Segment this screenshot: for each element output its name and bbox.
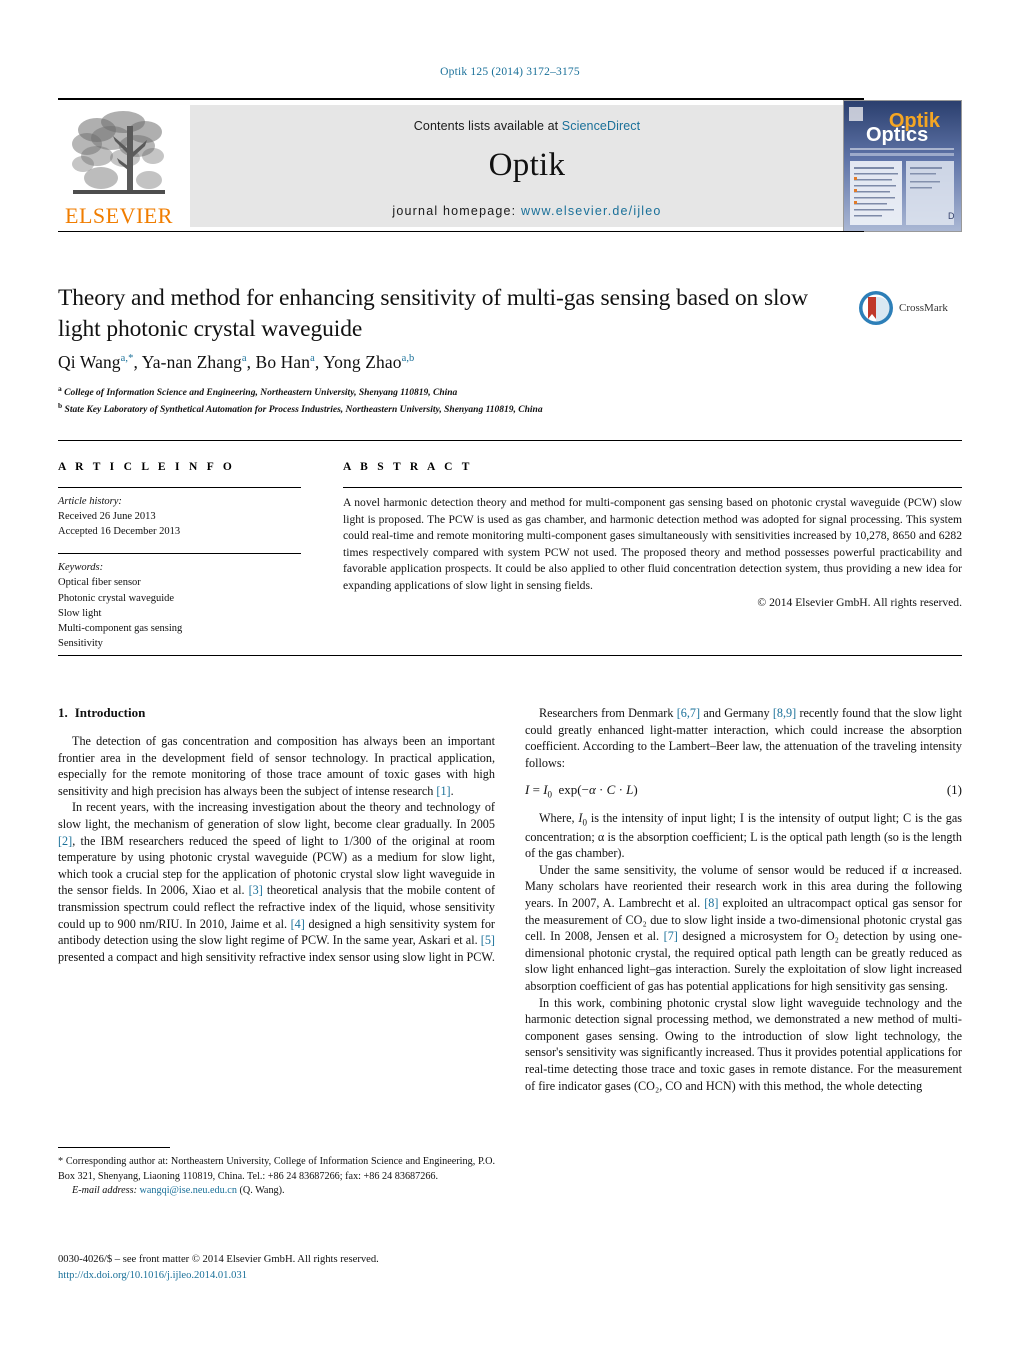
elsevier-tree-icon <box>72 111 165 194</box>
para-text: and Germany <box>700 706 773 720</box>
abstract-text: A novel harmonic detection theory and me… <box>343 496 962 592</box>
para-text: The detection of gas concentration and c… <box>58 734 495 798</box>
history-label: Article history: <box>58 496 122 507</box>
crossmark-icon <box>859 291 893 325</box>
paragraph: Where, I0 is the intensity of input ligh… <box>525 810 962 861</box>
citation-ref[interactable]: [7] <box>664 929 678 943</box>
page-title: Theory and method for enhancing sensitiv… <box>58 285 808 343</box>
elsevier-logo: ELSEVIER <box>58 105 180 227</box>
paragraph: In recent years, with the increasing inv… <box>58 799 495 965</box>
paper-page: Optik 125 (2014) 3172–3175 ELSEVIER Cont… <box>0 0 1020 1351</box>
elsevier-wordmark: ELSEVIER <box>65 203 173 228</box>
svg-text:Optics: Optics <box>866 124 928 146</box>
history-accepted: Accepted 16 December 2013 <box>58 526 181 538</box>
citation-ref[interactable]: [6,7] <box>677 706 700 720</box>
issn-copyright-line: 0030-4026/$ – see front matter © 2014 El… <box>58 1254 379 1265</box>
doi-link[interactable]: http://dx.doi.org/10.1016/j.ijleo.2014.0… <box>58 1268 508 1284</box>
para-text: Researchers from Denmark <box>539 706 677 720</box>
affiliation-b-text: State Key Laboratory of Synthetical Auto… <box>64 405 543 416</box>
homepage-url-link[interactable]: www.elsevier.de/ijleo <box>521 204 662 218</box>
colophon-block: 0030-4026/$ – see front matter © 2014 El… <box>58 1252 508 1284</box>
email-suffix: (Q. Wang). <box>236 1185 285 1197</box>
abstract-copyright: © 2014 Elsevier GmbH. All rights reserve… <box>757 596 962 610</box>
para-text: presented a compact and high sensitivity… <box>58 949 495 964</box>
email-link[interactable]: wangqi@ise.neu.edu.cn <box>140 1185 237 1196</box>
keyword-item: Multi-component gas sensing <box>58 622 183 634</box>
equation-body: I = I0 exp(−α · C · L) <box>525 782 638 800</box>
journal-masthead: ELSEVIER Contents lists available at Sci… <box>58 98 962 232</box>
citation-ref[interactable]: [5] <box>481 933 495 947</box>
keyword-item: Slow light <box>58 607 102 619</box>
keywords-rule <box>58 553 301 555</box>
citation-ref[interactable]: [8] <box>704 896 718 910</box>
email-label: E-mail address: <box>72 1185 137 1197</box>
keywords-label: Keywords: <box>58 562 104 574</box>
svg-text:D: D <box>948 211 955 221</box>
affiliation-a: a College of Information Science and Eng… <box>58 384 458 399</box>
para-text: In recent years, with the increasing inv… <box>58 800 495 831</box>
body-column-left: 1. Introduction The detection of gas conc… <box>58 705 495 965</box>
citation-ref[interactable]: [2] <box>58 834 72 848</box>
sciencedirect-banner: Contents lists available at ScienceDirec… <box>190 105 864 227</box>
affiliation-a-text: College of Information Science and Engin… <box>64 388 458 399</box>
journal-title: Optik <box>488 147 566 183</box>
contents-prefix: Contents lists available at <box>413 119 562 133</box>
section-heading-introduction: 1. Introduction <box>58 705 495 721</box>
author-list: Qi Wanga,*, Ya-nan Zhanga, Bo Hana, Yong… <box>58 352 415 372</box>
masthead-top-rule <box>58 98 864 100</box>
abstract-block: A B S T R A C T A novel harmonic detecti… <box>343 461 962 609</box>
sciencedirect-link[interactable]: ScienceDirect <box>562 119 640 133</box>
section-title: Introduction <box>74 705 146 720</box>
footnote-rule <box>58 1147 170 1148</box>
cover-art: Optik Optics D <box>844 101 961 231</box>
keywords-block: Keywords: Optical fiber sensor Photonic … <box>58 560 301 651</box>
equation-1: I = I0 exp(−α · C · L) (1) <box>525 782 962 800</box>
keyword-item: Optical fiber sensor <box>58 577 141 589</box>
para-text: . <box>450 783 454 798</box>
article-info-rule <box>58 487 301 488</box>
article-info-block: A R T I C L E I N F O Article history: R… <box>58 461 301 651</box>
article-info-heading: A R T I C L E I N F O <box>58 461 236 473</box>
affiliation-list: a College of Information Science and Eng… <box>58 383 938 418</box>
info-frame-bottom-rule <box>58 655 962 656</box>
paragraph: The detection of gas concentration and c… <box>58 733 495 799</box>
homepage-line: journal homepage: www.elsevier.de/ijleo <box>392 204 661 218</box>
affiliation-b: b State Key Laboratory of Synthetical Au… <box>58 401 543 416</box>
journal-cover-thumbnail: Optik Optics D <box>843 100 962 232</box>
keyword-item: Sensitivity <box>58 637 103 649</box>
history-received: Received 26 June 2013 <box>58 511 156 523</box>
homepage-label: journal homepage: <box>392 204 517 218</box>
corresponding-author-note: * Corresponding author at: Northeastern … <box>58 1156 495 1182</box>
citation-ref[interactable]: [8,9] <box>773 706 796 720</box>
paragraph: Under the same sensitivity, the volume o… <box>525 862 962 995</box>
abstract-rule <box>343 487 962 488</box>
keyword-item: Photonic crystal waveguide <box>58 592 175 604</box>
paragraph: In this work, combining photonic crystal… <box>525 995 962 1093</box>
citation-ref[interactable]: [4] <box>291 917 305 931</box>
title-block: Theory and method for enhancing sensitiv… <box>58 283 848 345</box>
citation-ref[interactable]: [1] <box>436 784 450 798</box>
citation-ref[interactable]: [3] <box>249 883 263 897</box>
crossmark-label: CrossMark <box>899 302 948 314</box>
equation-number: (1) <box>946 782 962 798</box>
para-text: is the intensity of input light; I is th… <box>525 810 962 861</box>
masthead-bottom-rule <box>58 231 864 232</box>
crossmark-badge[interactable]: CrossMark <box>858 286 962 330</box>
section-number: 1. <box>58 705 68 720</box>
body-column-right: Researchers from Denmark [6,7] and Germa… <box>525 705 962 1094</box>
info-frame-top-rule <box>58 440 962 441</box>
paragraph: Researchers from Denmark [6,7] and Germa… <box>525 705 962 771</box>
contents-line: Contents lists available at ScienceDirec… <box>414 119 640 133</box>
running-head: Optik 125 (2014) 3172–3175 <box>440 66 580 78</box>
abstract-heading: A B S T R A C T <box>343 461 473 473</box>
article-history: Article history: Received 26 June 2013 A… <box>58 494 301 539</box>
footnote-block: * Corresponding author at: Northeastern … <box>58 1147 495 1199</box>
email-note: E-mail address: wangqi@ise.neu.edu.cn (Q… <box>58 1184 495 1199</box>
